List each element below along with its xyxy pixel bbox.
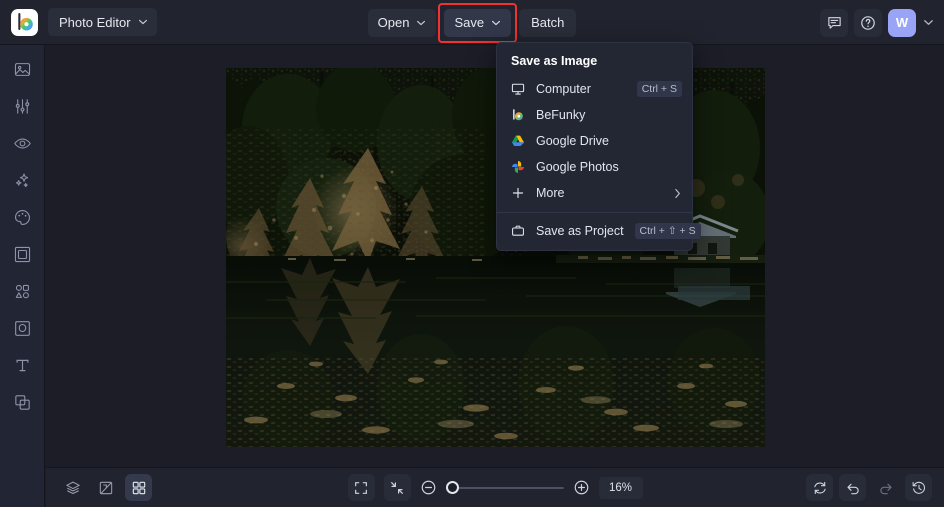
bottom-left-group: [46, 474, 152, 501]
save-dropdown-menu: Save as Image Computer Ctrl + S BeFunky …: [496, 42, 701, 251]
header-left-group: Photo Editor: [0, 8, 157, 36]
sidebar-item-graphics[interactable]: [5, 279, 39, 303]
menu-item-befunky[interactable]: BeFunky: [497, 102, 692, 128]
sidebar-item-edit[interactable]: [5, 57, 39, 81]
befunky-photo-editor: Photo Editor Open Save Batch W 16% Save …: [0, 0, 944, 507]
sidebar-item-effects[interactable]: [5, 168, 39, 192]
menu-item-label: Google Drive: [536, 134, 609, 148]
menu-item-google-photos[interactable]: Google Photos: [497, 154, 692, 180]
menu-item-label: Computer: [536, 82, 591, 96]
open-button[interactable]: Open: [367, 8, 437, 37]
google-photos-icon: [510, 160, 525, 174]
zoom-slider[interactable]: [445, 481, 564, 495]
plus-icon: [510, 186, 525, 200]
befunky-icon: [510, 108, 525, 122]
editor-canvas[interactable]: [46, 45, 944, 467]
zoom-slider-track: [445, 486, 564, 489]
sidebar-item-frames[interactable]: [5, 242, 39, 266]
zoom-slider-handle[interactable]: [445, 481, 459, 494]
save-menu-title: Save as Image: [511, 54, 598, 68]
zoom-in-icon[interactable]: [573, 479, 590, 496]
feedback-icon[interactable]: [820, 8, 848, 37]
sidebar-item-retouch[interactable]: [5, 131, 39, 155]
grid-icon[interactable]: [125, 474, 152, 501]
workspace-label: Photo Editor: [59, 14, 131, 30]
menu-item-google-drive[interactable]: Google Drive: [497, 128, 692, 154]
sidebar-item-textures[interactable]: [5, 316, 39, 340]
menu-item-label: Google Photos: [536, 160, 619, 174]
menu-item-label: BeFunky: [536, 108, 586, 122]
chevron-down-icon: [491, 18, 501, 28]
account-chevron-down-icon[interactable]: [922, 17, 934, 28]
bottom-toolbar: 16%: [46, 467, 944, 507]
sidebar-item-overlays[interactable]: [5, 390, 39, 414]
layers-icon[interactable]: [59, 474, 86, 501]
menu-item-save-as-project[interactable]: Save as Project Ctrl + ⇧ + S: [497, 218, 701, 244]
redo-icon[interactable]: [872, 474, 899, 501]
history-icon[interactable]: [905, 474, 932, 501]
help-icon[interactable]: [854, 8, 882, 37]
compare-icon[interactable]: [92, 474, 119, 501]
sidebar-item-text[interactable]: [5, 353, 39, 377]
befunky-logo-icon[interactable]: [11, 8, 38, 36]
sidebar-item-artsy[interactable]: [5, 205, 39, 229]
top-header: Photo Editor Open Save Batch W: [0, 0, 944, 45]
briefcase-icon: [510, 224, 525, 238]
menu-item-shortcut: Ctrl + S: [636, 81, 682, 97]
menu-item-label: Save as Project: [536, 224, 624, 238]
menu-item-more[interactable]: More: [497, 180, 692, 206]
menu-item-computer[interactable]: Computer Ctrl + S: [497, 76, 692, 102]
tool-sidebar: [0, 45, 45, 507]
chevron-down-icon: [416, 18, 426, 28]
sidebar-item-adjust[interactable]: [5, 94, 39, 118]
avatar-initial: W: [895, 15, 909, 30]
avatar[interactable]: W: [888, 8, 916, 37]
history-controls: [806, 474, 932, 501]
batch-button[interactable]: Batch: [519, 8, 577, 37]
save-button[interactable]: Save: [444, 8, 512, 37]
chevron-down-icon: [138, 17, 148, 27]
save-label: Save: [454, 15, 485, 30]
menu-item-label: More: [536, 186, 565, 200]
zoom-out-icon[interactable]: [420, 479, 437, 496]
zoom-level-value[interactable]: 16%: [598, 476, 643, 499]
google-drive-icon: [510, 134, 525, 148]
workspace-switcher[interactable]: Photo Editor: [48, 8, 157, 36]
batch-label: Batch: [531, 15, 565, 30]
menu-item-shortcut: Ctrl + ⇧ + S: [634, 223, 701, 239]
open-label: Open: [377, 15, 410, 30]
header-right-group: W: [820, 0, 934, 45]
collapse-icon[interactable]: [383, 474, 411, 501]
save-button-wrapper: Save: [438, 2, 518, 43]
fit-screen-icon[interactable]: [347, 474, 375, 501]
menu-divider: [497, 212, 692, 213]
undo-icon[interactable]: [839, 474, 866, 501]
reset-icon[interactable]: [806, 474, 833, 501]
chevron-right-icon: [673, 188, 682, 199]
monitor-icon: [510, 82, 525, 96]
